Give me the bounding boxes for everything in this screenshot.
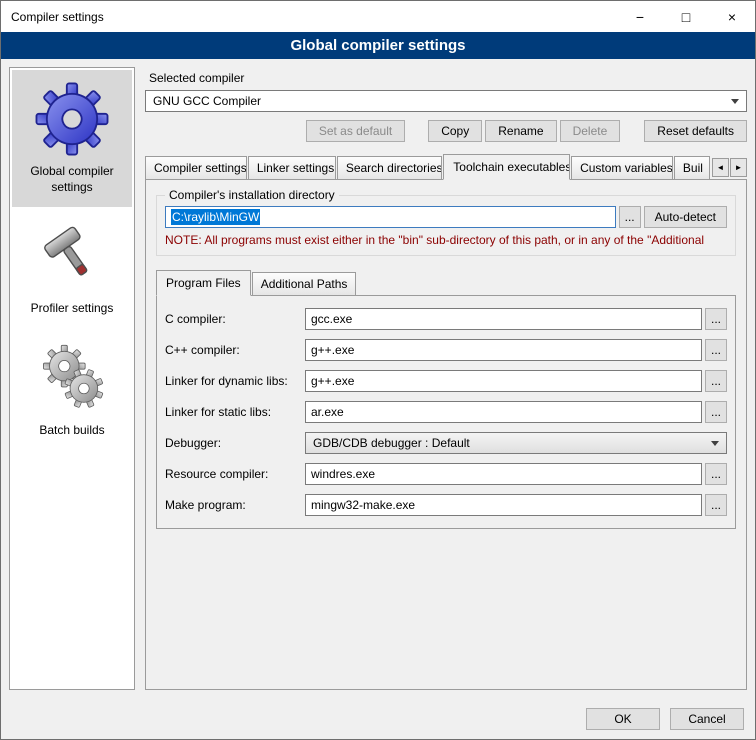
installation-directory-row: C:\raylib\MinGW ... Auto-detect: [165, 206, 727, 228]
minimize-button[interactable]: −: [617, 1, 663, 32]
chevron-down-icon: [731, 99, 739, 104]
sidebar-item-label: Profiler settings: [31, 301, 114, 317]
delete-button: Delete: [560, 120, 621, 142]
titlebar: Compiler settings − □ ×: [1, 1, 755, 32]
sidebar-item-batch-builds[interactable]: Batch builds: [12, 329, 132, 451]
gear-icon: [33, 80, 111, 158]
compiler-actions: Set as default Copy Rename Delete Reset …: [145, 120, 747, 142]
tab-search-directories[interactable]: Search directories: [337, 156, 442, 179]
field-row: Linker for static libs: ...: [165, 401, 727, 423]
make-program-input[interactable]: [305, 494, 702, 516]
ok-button[interactable]: OK: [586, 708, 660, 730]
sidebar-item-profiler-settings[interactable]: Profiler settings: [12, 207, 132, 329]
field-row: C compiler: ...: [165, 308, 727, 330]
c-compiler-input[interactable]: [305, 308, 702, 330]
dialog-footer: OK Cancel: [1, 698, 755, 739]
close-button[interactable]: ×: [709, 1, 755, 32]
linker-dynamic-input[interactable]: [305, 370, 702, 392]
field-row: Debugger: GDB/CDB debugger : Default: [165, 432, 727, 454]
installation-directory-input[interactable]: C:\raylib\MinGW: [165, 206, 616, 228]
installation-directory-browse-button[interactable]: ...: [619, 206, 641, 228]
set-as-default-button: Set as default: [306, 120, 405, 142]
toolchain-subtabs: Program Files Additional Paths: [156, 270, 736, 295]
tab-toolchain-executables[interactable]: Toolchain executables: [443, 154, 570, 180]
maximize-button[interactable]: □: [663, 1, 709, 32]
cpp-compiler-label: C++ compiler:: [165, 343, 305, 357]
chevron-down-icon: [711, 441, 719, 446]
tab-scroll-left-button[interactable]: ◄: [712, 158, 729, 177]
copy-button[interactable]: Copy: [428, 120, 482, 142]
field-row: Linker for dynamic libs: ...: [165, 370, 727, 392]
field-row: Make program: ...: [165, 494, 727, 516]
tab-linker-settings[interactable]: Linker settings: [248, 156, 336, 179]
field-row: C++ compiler: ...: [165, 339, 727, 361]
auto-detect-button[interactable]: Auto-detect: [644, 206, 727, 228]
make-program-label: Make program:: [165, 498, 305, 512]
selected-compiler-label: Selected compiler: [149, 71, 747, 85]
cancel-button[interactable]: Cancel: [670, 708, 744, 730]
installation-directory-groupbox: Compiler's installation directory C:\ray…: [156, 188, 736, 256]
linker-static-browse-button[interactable]: ...: [705, 401, 727, 423]
tab-scroll-right-button[interactable]: ►: [730, 158, 747, 177]
cpp-compiler-input[interactable]: [305, 339, 702, 361]
sidebar-item-label: Global compiler settings: [14, 164, 130, 195]
window-controls: − □ ×: [617, 1, 755, 32]
resource-compiler-label: Resource compiler:: [165, 467, 305, 481]
sidebar-item-global-compiler-settings[interactable]: Global compiler settings: [12, 70, 132, 207]
installation-directory-legend: Compiler's installation directory: [165, 188, 339, 202]
toolchain-executables-page: Compiler's installation directory C:\ray…: [145, 179, 747, 690]
reset-defaults-button[interactable]: Reset defaults: [644, 120, 747, 142]
cpp-compiler-browse-button[interactable]: ...: [705, 339, 727, 361]
resource-compiler-input[interactable]: [305, 463, 702, 485]
rename-button[interactable]: Rename: [485, 120, 556, 142]
gears-icon: [33, 339, 111, 417]
linker-static-input[interactable]: [305, 401, 702, 423]
window-title: Compiler settings: [1, 10, 104, 24]
selected-compiler-value: GNU GCC Compiler: [153, 94, 261, 108]
settings-tabstrip: Compiler settings Linker settings Search…: [145, 154, 747, 179]
c-compiler-label: C compiler:: [165, 312, 305, 326]
tab-compiler-settings[interactable]: Compiler settings: [145, 156, 247, 179]
linker-dynamic-browse-button[interactable]: ...: [705, 370, 727, 392]
note-text: NOTE: All programs must exist either in …: [165, 233, 727, 247]
selected-compiler-dropdown[interactable]: GNU GCC Compiler: [145, 90, 747, 112]
tab-scrollers: ◄ ►: [711, 158, 747, 179]
dialog-body: Global compiler settings: [1, 59, 755, 698]
main-panel: Selected compiler GNU GCC Compiler Set a…: [145, 67, 747, 690]
subtab-additional-paths[interactable]: Additional Paths: [252, 272, 357, 295]
c-compiler-browse-button[interactable]: ...: [705, 308, 727, 330]
debugger-label: Debugger:: [165, 436, 305, 450]
settings-sidebar: Global compiler settings: [9, 67, 135, 690]
page-title: Global compiler settings: [1, 32, 755, 59]
sidebar-item-label: Batch builds: [39, 423, 104, 439]
program-files-panel: C compiler: ... C++ compiler: ... Linker…: [156, 295, 736, 529]
debugger-value: GDB/CDB debugger : Default: [313, 436, 470, 450]
subtab-program-files[interactable]: Program Files: [156, 270, 251, 296]
installation-directory-value: C:\raylib\MinGW: [171, 209, 260, 225]
field-row: Resource compiler: ...: [165, 463, 727, 485]
debugger-dropdown[interactable]: GDB/CDB debugger : Default: [305, 432, 727, 454]
tab-custom-variables[interactable]: Custom variables: [571, 156, 673, 179]
tab-build-options[interactable]: Buil: [674, 156, 710, 179]
compiler-settings-window: Compiler settings − □ × Global compiler …: [0, 0, 756, 740]
linker-dynamic-label: Linker for dynamic libs:: [165, 374, 305, 388]
resource-compiler-browse-button[interactable]: ...: [705, 463, 727, 485]
hammer-icon: [33, 217, 111, 295]
make-program-browse-button[interactable]: ...: [705, 494, 727, 516]
linker-static-label: Linker for static libs:: [165, 405, 305, 419]
